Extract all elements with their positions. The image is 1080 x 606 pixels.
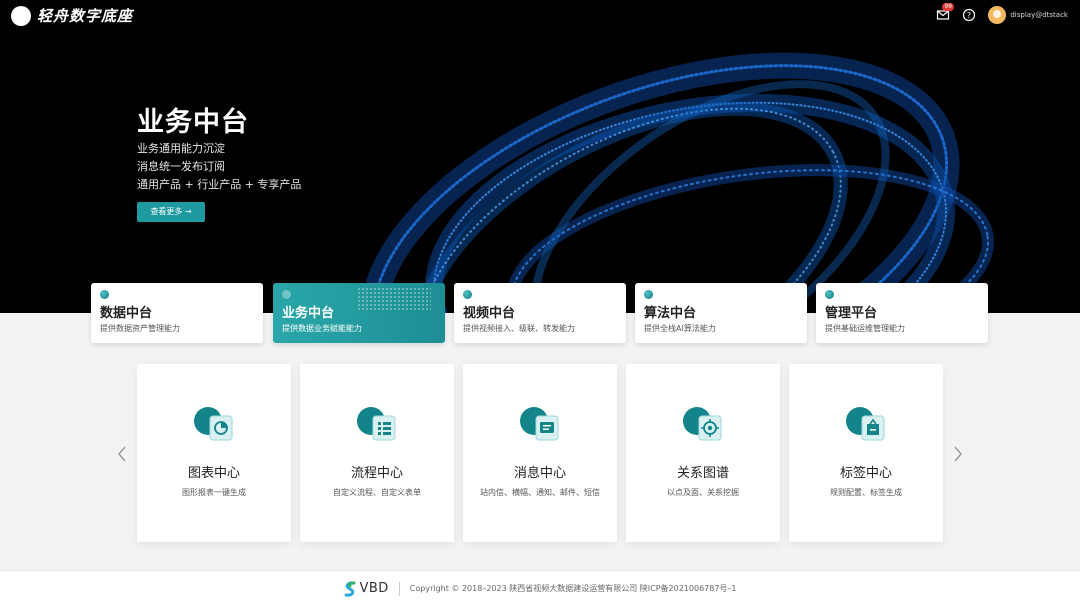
platform-title: 算法中台 [644,306,697,321]
center-title: 图表中心 [187,466,240,481]
center-card-message[interactable]: 消息中心 站内信、横幅、通知、邮件、短信 [463,364,617,542]
logo-mark-icon [11,5,31,26]
platform-card-management[interactable]: 管理平台 提供基础运维管理能力 [816,283,988,343]
tag-icon [846,407,885,441]
avatar[interactable] [988,6,1007,24]
help-icon: ? [963,8,976,22]
prev-arrow-icon[interactable] [115,444,129,464]
center-desc: 站内信、横幅、通知、邮件、短信 [480,488,600,497]
platform-title: 业务中台 [282,306,335,321]
center-desc: 自定义流程、自定义表单 [333,488,421,497]
platform-card-algorithm[interactable]: 算法中台 提供全栈AI算法能力 [635,283,807,343]
platform-dot-icon [100,290,109,299]
help-button[interactable]: ? [962,7,978,23]
center-card-tag[interactable]: 标签中心 规则配置、标签生成 [789,364,943,542]
center-card-flow[interactable]: 流程中心 自定义流程、自定义表单 [300,364,454,542]
particle-rings-art [360,52,995,313]
logo[interactable]: 轻舟数字底座 [11,5,133,26]
vbd-text: VBD [359,581,389,596]
hero-title: 业务中台 [137,107,249,138]
platform-title: 数据中台 [100,306,153,321]
center-title: 流程中心 [350,466,403,481]
platform-dot-icon [825,290,834,299]
center-title: 消息中心 [513,466,566,481]
mail-count-badge: 99 [942,3,954,11]
vbd-logo-icon [344,580,356,597]
platform-card-video[interactable]: 视频中台 提供视频接入、级联、转发能力 [454,283,626,343]
platform-desc: 提供数据资产管理能力 [100,324,180,333]
platform-desc: 提供数据业务赋能能力 [282,324,362,333]
center-card-graph[interactable]: 关系图谱 以点及面、关系挖掘 [626,364,780,542]
vbd-logo: VBD [343,580,389,597]
flow-icon [357,407,396,441]
center-title: 关系图谱 [676,466,729,481]
copyright-text: Copyright © 2018–2023 陕西省视频大数据建设运营有限公司 陕… [409,584,737,593]
logo-text: 轻舟数字底座 [37,7,134,25]
platform-desc: 提供视频接入、级联、转发能力 [463,324,575,333]
next-arrow-icon[interactable] [951,444,965,464]
platform-dot-icon [282,290,291,299]
graph-icon [683,407,722,441]
user-name[interactable]: display@dtstack [1010,11,1068,19]
view-more-button[interactable]: 查看更多 → [137,202,205,222]
svg-text:?: ? [967,11,971,20]
top-right-actions: 99 ? display@dtstack [936,3,1068,24]
mail-button[interactable]: 99 [936,3,954,23]
center-card-chart[interactable]: 图表中心 图形报表一键生成 [137,364,291,542]
dot-pattern-decoration [357,287,431,311]
platform-dot-icon [644,290,653,299]
center-title: 标签中心 [839,466,892,481]
platform-title: 视频中台 [463,306,516,321]
top-bar: 轻舟数字底座 99 ? display@dtstack [0,0,1080,30]
footer: VBD Copyright © 2018–2023 陕西省视频大数据建设运营有限… [0,570,1080,606]
platform-desc: 提供基础运维管理能力 [825,324,905,333]
hero-banner: 轻舟数字底座 99 ? display@dtstack 业务中台 业务通用能力沉… [0,0,1080,313]
hero-line: 消息统一发布订阅 [137,160,225,173]
center-desc: 以点及面、关系挖掘 [667,488,739,497]
footer-divider [398,581,400,596]
platform-card-data[interactable]: 数据中台 提供数据资产管理能力 [91,283,263,343]
platform-desc: 提供全栈AI算法能力 [644,324,716,333]
message-icon [520,407,559,441]
chart-icon [194,407,233,441]
center-desc: 图形报表一键生成 [182,488,246,497]
platform-title: 管理平台 [825,306,878,321]
platform-card-business[interactable]: 业务中台 提供数据业务赋能能力 [273,283,445,343]
platform-dot-icon [463,290,472,299]
hero-line: 通用产品 + 行业产品 + 专享产品 [137,178,302,191]
center-desc: 规则配置、标签生成 [830,488,902,497]
hero-line: 业务通用能力沉淀 [137,142,225,155]
hero-description: 业务通用能力沉淀 消息统一发布订阅 通用产品 + 行业产品 + 专享产品 [137,140,301,194]
